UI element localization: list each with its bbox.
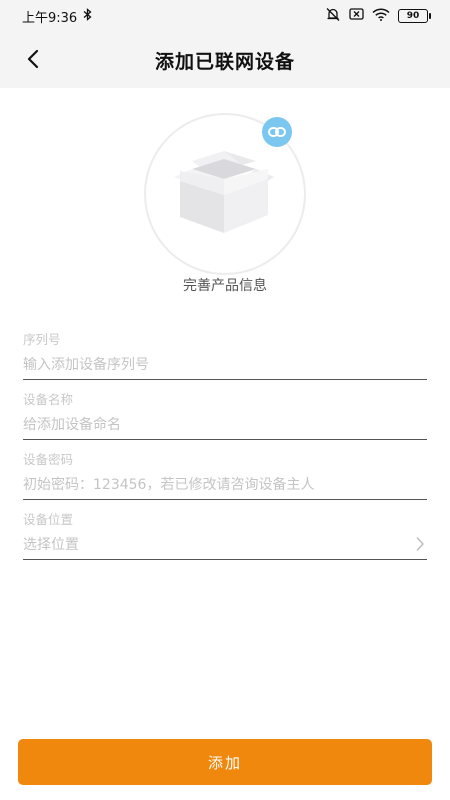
name-label: 设备名称 [23,392,74,407]
name-field-group: 设备名称 [23,386,427,446]
password-label: 设备密码 [23,452,74,467]
password-input[interactable] [23,474,427,500]
password-field-group: 设备密码 [23,446,427,506]
open-box-icon [170,147,278,241]
back-button[interactable] [16,44,50,78]
nav-bar: 添加已联网设备 [0,32,450,88]
serial-label: 序列号 [23,332,61,347]
product-illustration [144,113,306,275]
status-bar: 上午9:36 90 [0,0,450,32]
device-form: 序列号 设备名称 设备密码 设备位置 选择位置 [23,326,427,566]
location-select[interactable]: 选择位置 [23,534,427,560]
link-badge [262,117,292,147]
screen: 上午9:36 90 添加已联网设备 完善产品信息 序列号 输入添加设备序列号 设… [0,0,450,800]
serial-input[interactable] [23,354,427,380]
status-time: 上午9:36 [22,10,78,26]
name-input[interactable] [23,414,427,440]
location-label: 设备位置 [23,512,74,527]
location-placeholder: 选择位置 [23,537,79,553]
chevron-left-icon [26,49,40,73]
chevron-right-icon [415,536,425,556]
wifi-icon [372,8,390,25]
section-subtitle: 完善产品信息 [183,278,267,294]
battery-level: 90 [406,11,420,21]
location-field-group: 设备位置 选择位置 [23,506,427,566]
no-sim-icon [349,8,364,24]
serial-field-group: 序列号 [23,326,427,386]
bluetooth-icon [83,7,92,25]
mute-icon [325,7,341,26]
status-left: 上午9:36 [22,7,92,26]
add-button[interactable]: 添加 [18,739,432,785]
status-right: 90 [325,7,431,26]
battery-icon: 90 [398,9,431,23]
link-icon [268,123,286,142]
page-title: 添加已联网设备 [154,50,295,73]
